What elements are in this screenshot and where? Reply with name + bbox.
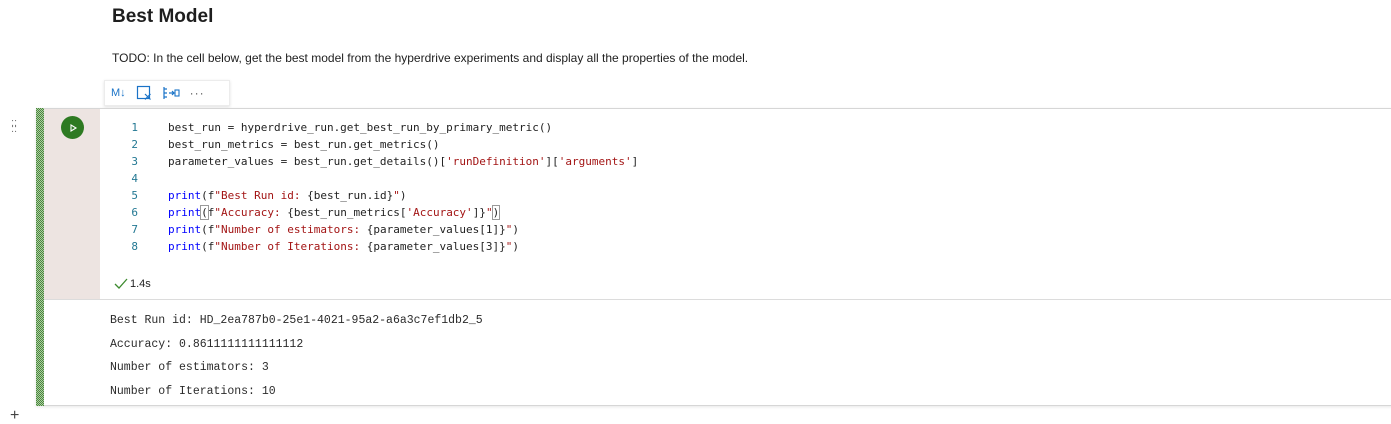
code-token: print [168, 189, 202, 202]
code-token: {parameter_values[1]} [366, 223, 506, 236]
code-token: ) [491, 205, 501, 220]
code-line[interactable]: 2 best_run_metrics = best_run.get_metrics… [100, 136, 440, 153]
code-line[interactable]: 8 print(f"Number of Iterations: {paramete… [100, 238, 519, 255]
code-token: ) [512, 223, 520, 236]
markdown-heading: Best Model [112, 6, 214, 27]
code-token: print [168, 223, 202, 236]
code-token: " [393, 189, 400, 202]
code-text: best_run_metrics = best_run.get_metrics(… [168, 138, 440, 151]
cell-toolbar: M↓ ··· [104, 80, 230, 106]
code-token: print [168, 206, 202, 219]
line-number: 2 [131, 138, 138, 151]
code-token: (f [201, 189, 215, 202]
markdown-icon[interactable]: M↓ [111, 87, 126, 99]
code-line[interactable]: 5 print(f"Best Run id: {best_run.id}") [100, 187, 406, 204]
code-token: ) [512, 240, 520, 253]
code-line[interactable]: 3 parameter_values = best_run.get_details… [100, 153, 638, 170]
code-token: ][ [545, 155, 559, 168]
code-token: ) [399, 189, 407, 202]
code-text: best_run = hyperdrive_run.get_best_run_b… [168, 121, 552, 134]
execution-time: 1.4s [130, 278, 151, 290]
code-token: ] [631, 155, 639, 168]
markdown-paragraph: TODO: In the cell below, get the best mo… [112, 51, 749, 65]
split-cell-icon[interactable] [136, 85, 152, 101]
code-token: parameter_values = best_run.get_details(… [168, 155, 447, 168]
code-token: " [485, 206, 493, 219]
run-by-line-icon[interactable] [162, 86, 180, 100]
code-token: best_run_metrics = best_run.get_metrics(… [168, 138, 440, 151]
output-line: Accuracy: 0.8611111111111112 [110, 337, 304, 351]
code-token: ( [200, 205, 209, 220]
code-editor[interactable]: 1 best_run = hyperdrive_run.get_best_run_… [100, 109, 1391, 299]
code-token: {best_run_metrics[ [287, 206, 407, 219]
line-number: 4 [131, 172, 138, 185]
code-token: 'arguments' [558, 155, 632, 168]
code-token: print [168, 240, 202, 253]
more-icon[interactable]: ··· [190, 86, 205, 100]
output-line: Number of Iterations: 10 [110, 384, 276, 398]
line-number: 5 [131, 189, 138, 202]
line-number: 8 [131, 240, 138, 253]
code-token: "Accuracy: [214, 206, 288, 219]
line-number: 1 [131, 121, 138, 134]
code-text: print(f"Number of Iterations: {parameter… [168, 240, 519, 253]
execution-status-strip [36, 108, 44, 406]
output-line: Best Run id: HD_2ea787b0-25e1-4021-95a2-… [110, 314, 483, 327]
code-token: {best_run.id} [307, 189, 394, 202]
code-token: "Number of estimators: [214, 223, 367, 236]
run-cell-button[interactable] [61, 116, 84, 139]
code-token: (f [201, 223, 215, 236]
code-token: best_run = hyperdrive_run.get_best_run_b… [168, 121, 553, 134]
checkmark-icon [114, 278, 128, 289]
execution-status: 1.4s [114, 278, 151, 290]
code-line[interactable]: 6 print(f"Accuracy: {best_run_metrics['Ac… [100, 204, 501, 221]
code-token: (f [201, 240, 215, 253]
code-text: print(f"Accuracy: {best_run_metrics['Acc… [168, 205, 501, 220]
play-icon [69, 123, 77, 132]
code-text: print(f"Number of estimators: {parameter… [168, 223, 519, 236]
code-line[interactable]: 1 best_run = hyperdrive_run.get_best_run_… [100, 119, 552, 136]
line-number: 3 [131, 155, 138, 168]
output-divider [44, 299, 1391, 300]
code-token: 'runDefinition' [446, 155, 546, 168]
code-token: "Number of Iterations: [214, 240, 367, 253]
code-token: 'Accuracy' [406, 206, 473, 219]
code-text: print(f"Best Run id: {best_run.id}") [168, 189, 406, 202]
line-number: 7 [131, 223, 138, 236]
code-line[interactable]: 7 print(f"Number of estimators: {paramete… [100, 221, 519, 238]
output-line: Number of estimators: 3 [110, 361, 269, 374]
cell-output: Best Run id: HD_2ea787b0-25e1-4021-95a2-… [110, 313, 483, 407]
code-text: parameter_values = best_run.get_details(… [168, 155, 638, 168]
add-cell-button[interactable]: + [10, 408, 19, 424]
code-token: "Best Run id: [214, 189, 308, 202]
code-token: {parameter_values[3]} [366, 240, 506, 253]
code-token: ]} [472, 206, 486, 219]
drag-handle-icon[interactable]: :​::​: [11, 118, 17, 135]
line-number: 6 [131, 206, 138, 219]
code-line[interactable]: 4 [100, 170, 168, 187]
